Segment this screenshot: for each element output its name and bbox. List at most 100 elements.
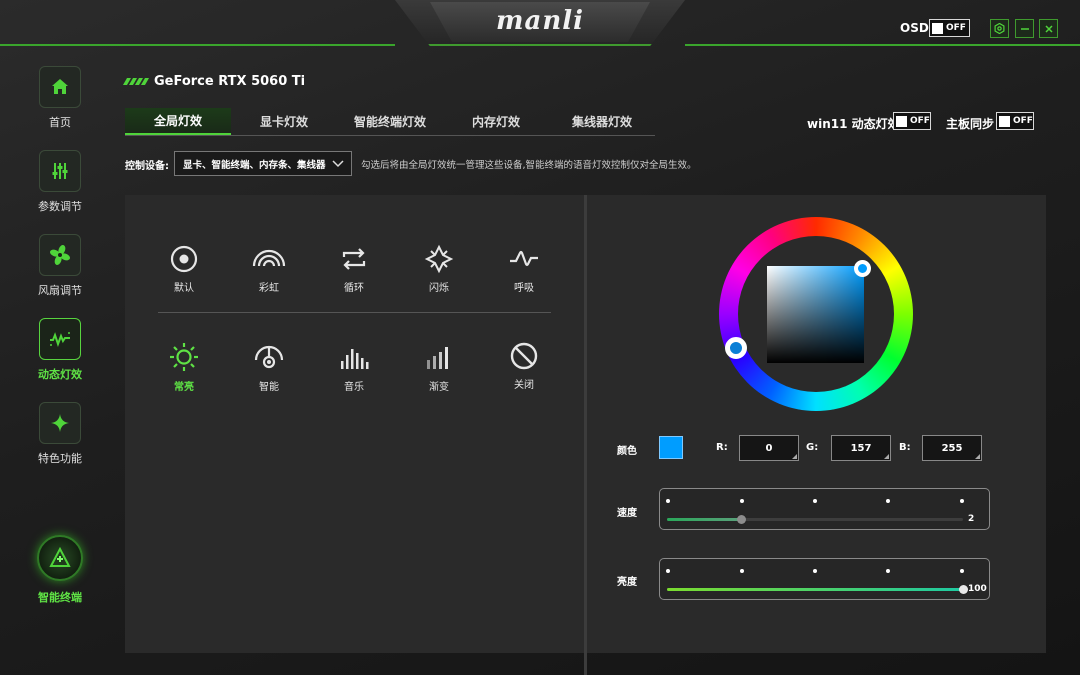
sidebar-item-lighting[interactable]: 动态灯效 xyxy=(24,318,96,382)
tick-dot xyxy=(960,499,964,503)
sidebar-terminal-label: 智能终端 xyxy=(38,591,82,604)
tick-dot xyxy=(960,569,964,573)
close-button[interactable] xyxy=(1039,19,1058,38)
brightness-thumb[interactable] xyxy=(959,585,968,594)
tick-dot xyxy=(666,569,670,573)
sidebar-item-label: 参数调节 xyxy=(38,200,82,213)
device-title: GeForce RTX 5060 Ti xyxy=(122,74,306,89)
win11-toggle-label: win11 动态灯效 xyxy=(807,117,900,131)
toggle-knob xyxy=(999,115,1010,127)
sidebar-item-smart-terminal[interactable]: 智能终端 xyxy=(24,535,96,605)
sidebar-item-label: 风扇调节 xyxy=(38,284,82,297)
sidebar-item-label: 特色功能 xyxy=(38,452,82,465)
lighting-wave-icon xyxy=(50,332,70,347)
tick-dot xyxy=(740,499,744,503)
mode-label: 常亮 xyxy=(174,382,194,393)
speed-slider[interactable]: 2 xyxy=(659,488,990,530)
b-input[interactable]: 255 xyxy=(922,435,982,461)
mode-label: 循环 xyxy=(344,283,364,294)
flash-icon xyxy=(424,244,454,274)
tab-memory[interactable]: 内存灯效 xyxy=(443,108,549,135)
smart-icon xyxy=(254,345,284,369)
lighting-tabs: 全局灯效 显卡灯效 智能终端灯效 内存灯效 集线器灯效 xyxy=(125,108,655,136)
mobo-sync-toggle[interactable]: OFF xyxy=(996,112,1034,130)
close-icon xyxy=(1044,24,1053,33)
mode-label: 智能 xyxy=(259,382,279,393)
sidebar-item-fan[interactable]: 风扇调节 xyxy=(24,234,96,298)
header-accent-line xyxy=(0,44,395,46)
nav-icon-frame xyxy=(39,234,81,276)
breathe-icon xyxy=(510,250,538,267)
mode-label: 默认 xyxy=(174,283,194,294)
color-swatch[interactable] xyxy=(659,436,683,459)
g-label: G: xyxy=(806,442,819,453)
osd-toggle[interactable]: OFF xyxy=(929,19,970,37)
mode-off[interactable]: 关闭 xyxy=(494,341,554,391)
mode-default[interactable]: 默认 xyxy=(154,244,214,294)
manli-logo: manli xyxy=(495,6,584,36)
color-handle[interactable] xyxy=(854,260,871,277)
rainbow-icon xyxy=(252,249,286,267)
mode-gradient[interactable]: 渐变 xyxy=(409,341,469,393)
settings-icon xyxy=(994,23,1005,34)
control-device-select[interactable]: 显卡、智能终端、内存条、集线器 xyxy=(174,151,352,176)
hue-handle[interactable] xyxy=(725,337,747,359)
mobo-sync-label: 主板同步 xyxy=(946,117,995,131)
tab-hub[interactable]: 集线器灯效 xyxy=(549,108,655,135)
mode-breathe[interactable]: 呼吸 xyxy=(494,244,554,294)
brightness-label: 亮度 xyxy=(617,577,637,588)
tab-smart-terminal[interactable]: 智能终端灯效 xyxy=(337,108,443,135)
sidebar-item-home[interactable]: 首页 xyxy=(24,66,96,130)
saturation-value-picker[interactable] xyxy=(767,266,864,363)
speed-thumb[interactable] xyxy=(737,515,746,524)
home-icon xyxy=(52,79,68,94)
mode-label: 彩虹 xyxy=(259,283,279,294)
mode-smart[interactable]: 智能 xyxy=(239,341,299,393)
terminal-icon-frame xyxy=(37,535,83,581)
mode-label: 渐变 xyxy=(429,382,449,393)
nav-icon-frame xyxy=(39,150,81,192)
speed-value: 2 xyxy=(968,514,975,524)
mode-loop[interactable]: 循环 xyxy=(324,244,384,294)
brightness-value: 100 xyxy=(968,584,987,594)
g-input[interactable]: 157 xyxy=(831,435,891,461)
mode-always-on[interactable]: 常亮 xyxy=(154,341,214,393)
tab-gpu[interactable]: 显卡灯效 xyxy=(231,108,337,135)
header-accent-line xyxy=(685,44,1080,46)
default-icon xyxy=(170,245,198,273)
minimize-icon xyxy=(1020,27,1029,30)
sidebar-item-label: 动态灯效 xyxy=(38,368,82,381)
control-device-value: 显卡、智能终端、内存条、集线器 xyxy=(183,159,326,171)
sidebar-item-features[interactable]: 特色功能 xyxy=(24,402,96,466)
off-icon xyxy=(510,342,538,370)
osd-toggle-state: OFF xyxy=(946,23,966,33)
minimize-button[interactable] xyxy=(1015,19,1034,38)
loop-icon xyxy=(342,248,366,270)
tick-dot xyxy=(813,499,817,503)
mode-label: 关闭 xyxy=(514,380,534,391)
mode-music[interactable]: 音乐 xyxy=(324,341,384,393)
mode-flash[interactable]: 闪烁 xyxy=(409,244,469,294)
mobo-sync-state: OFF xyxy=(1013,116,1033,126)
control-device-label: 控制设备: xyxy=(125,161,169,172)
speed-label: 速度 xyxy=(617,508,637,519)
tab-global[interactable]: 全局灯效 xyxy=(125,108,231,135)
sliders-icon xyxy=(52,163,68,179)
mode-label: 闪烁 xyxy=(429,283,449,294)
mode-label: 呼吸 xyxy=(514,283,534,294)
brightness-track xyxy=(667,585,968,594)
brightness-slider[interactable]: 100 xyxy=(659,558,990,600)
smart-terminal-icon xyxy=(49,547,71,567)
win11-toggle[interactable]: OFF xyxy=(893,112,931,130)
mode-rainbow[interactable]: 彩虹 xyxy=(239,244,299,294)
mode-label: 音乐 xyxy=(344,382,364,393)
sidebar-item-params[interactable]: 参数调节 xyxy=(24,150,96,214)
speed-fill xyxy=(667,518,741,521)
sidebar-item-label: 首页 xyxy=(49,116,71,129)
settings-button[interactable] xyxy=(990,19,1009,38)
speed-track xyxy=(667,515,963,524)
tick-dot xyxy=(740,569,744,573)
device-name: GeForce RTX 5060 Ti xyxy=(154,74,306,89)
r-input[interactable]: 0 xyxy=(739,435,799,461)
tick-dot xyxy=(886,499,890,503)
